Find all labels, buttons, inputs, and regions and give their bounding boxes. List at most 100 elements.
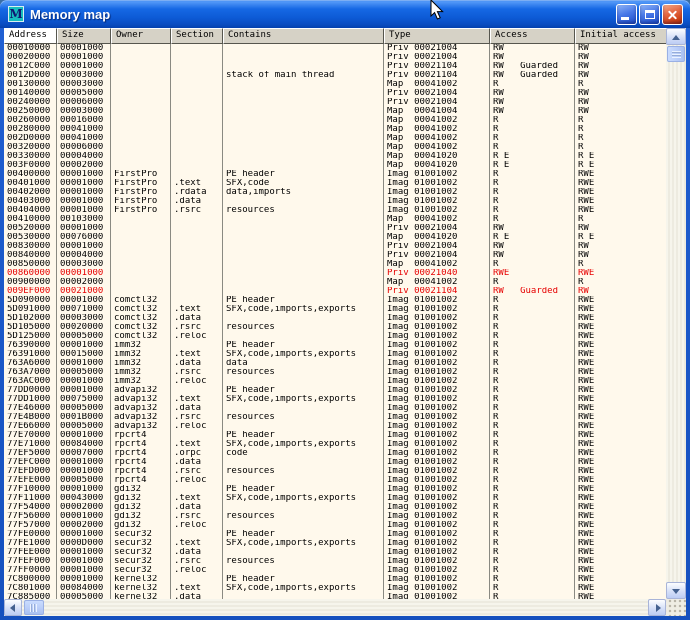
table-row[interactable]: 77FE10000000D000secur32.textSFX,code,imp… bbox=[4, 539, 666, 548]
table-row[interactable]: 0026000000016000Map 00041002RR bbox=[4, 116, 666, 125]
cell-contains bbox=[223, 503, 384, 512]
cell-section bbox=[171, 89, 223, 98]
table-row[interactable]: 0012D00000003000stack of main threadPriv… bbox=[4, 71, 666, 80]
cell-initial: R E bbox=[575, 161, 666, 170]
table-row[interactable]: 77E4B0000001B000advapi32.rsrcresourcesIm… bbox=[4, 413, 666, 422]
table-row[interactable]: 0086000000001000Priv 00021040RWERWE bbox=[4, 269, 666, 278]
column-header-access[interactable]: Access bbox=[490, 28, 575, 44]
table-row[interactable]: 77FEF00000001000secur32.rsrcresourcesIma… bbox=[4, 557, 666, 566]
table-row[interactable]: 5D10500000020000comctl32.rsrcresourcesIm… bbox=[4, 323, 666, 332]
table-row[interactable]: 77F5600000001000gdi32.rsrcresourcesImag … bbox=[4, 512, 666, 521]
table-row[interactable]: 77EFD00000001000rpcrt4.rsrcresourcesImag… bbox=[4, 467, 666, 476]
table-row[interactable]: 0085000000003000Map 00041002RR bbox=[4, 260, 666, 269]
table-row[interactable]: 7639100000015000imm32.textSFX,code,impor… bbox=[4, 350, 666, 359]
table-row[interactable]: 0090000000002000Map 00041002RR bbox=[4, 278, 666, 287]
table-row[interactable]: 5D09100000071000comctl32.textSFX,code,im… bbox=[4, 305, 666, 314]
column-header-initial[interactable]: Initial access bbox=[575, 28, 666, 44]
cell-size: 00006000 bbox=[57, 98, 111, 107]
table-row[interactable]: 0052000000001000Priv 00021004RWRW bbox=[4, 224, 666, 233]
table-row[interactable]: 763A700000005000imm32.rsrcresourcesImag … bbox=[4, 368, 666, 377]
table-row[interactable]: 77FEE00000001000secur32.dataImag 0100100… bbox=[4, 548, 666, 557]
resize-grip[interactable] bbox=[666, 599, 686, 616]
cell-type: Imag 01001002 bbox=[384, 314, 490, 323]
scroll-up-button[interactable] bbox=[666, 28, 686, 45]
table-row[interactable]: 0084000000004000Priv 00021004RWRW bbox=[4, 251, 666, 260]
cell-initial: RWE bbox=[575, 512, 666, 521]
horizontal-scroll-thumb[interactable] bbox=[24, 600, 44, 615]
table-row[interactable]: 0028000000041000Map 00041002RR bbox=[4, 125, 666, 134]
vertical-scrollbar[interactable] bbox=[666, 28, 686, 599]
table-row[interactable]: 77DD000000001000advapi32PE headerImag 01… bbox=[4, 386, 666, 395]
cell-size: 00015000 bbox=[57, 350, 111, 359]
table-row[interactable]: 7C80000000001000kernel32PE headerImag 01… bbox=[4, 575, 666, 584]
table-row[interactable]: 0032000000006000Map 00041002RR bbox=[4, 143, 666, 152]
table-row[interactable]: 0040400000001000FirstPro.rsrcresourcesIm… bbox=[4, 206, 666, 215]
close-button[interactable] bbox=[662, 4, 683, 25]
cell-owner: imm32 bbox=[111, 341, 171, 350]
titlebar[interactable]: M Memory map bbox=[0, 0, 690, 28]
column-header-address[interactable]: Address bbox=[4, 28, 57, 44]
column-header-contains[interactable]: Contains bbox=[223, 28, 384, 44]
table-row[interactable]: 0002000000001000Priv 00021004RWRW bbox=[4, 53, 666, 62]
table-row[interactable]: 0041000000103000Map 00041002RR bbox=[4, 215, 666, 224]
table-row[interactable]: 77F5700000002000gdi32.relocImag 01001002… bbox=[4, 521, 666, 530]
column-header-size[interactable]: Size bbox=[57, 28, 111, 44]
cell-size: 00007000 bbox=[57, 449, 111, 458]
table-row[interactable]: 763AC00000001000imm32.relocImag 01001002… bbox=[4, 377, 666, 386]
table-row[interactable]: 5D12500000005000comctl32.relocImag 01001… bbox=[4, 332, 666, 341]
cell-type: Imag 01001002 bbox=[384, 431, 490, 440]
scroll-right-button[interactable] bbox=[648, 599, 666, 616]
table-row[interactable]: 763A600000001000imm32.datadataImag 01001… bbox=[4, 359, 666, 368]
table-row[interactable]: 77F5400000002000gdi32.dataImag 01001002R… bbox=[4, 503, 666, 512]
arrow-down-icon bbox=[672, 589, 680, 594]
table-row[interactable]: 0024000000006000Priv 00021004RWRW bbox=[4, 98, 666, 107]
table-row[interactable]: 77DD100000075000advapi32.textSFX,code,im… bbox=[4, 395, 666, 404]
minimize-button[interactable] bbox=[616, 4, 637, 25]
horizontal-scrollbar[interactable] bbox=[4, 599, 666, 616]
maximize-button[interactable] bbox=[639, 4, 660, 25]
cell-type: Imag 01001002 bbox=[384, 197, 490, 206]
table-row[interactable]: 7C80100000084000kernel32.textSFX,code,im… bbox=[4, 584, 666, 593]
cell-access: R bbox=[490, 530, 575, 539]
table-row[interactable]: 0040000000001000FirstProPE headerImag 01… bbox=[4, 170, 666, 179]
column-header-section[interactable]: Section bbox=[171, 28, 223, 44]
table-row[interactable]: 5D10200000003000comctl32.dataImag 010010… bbox=[4, 314, 666, 323]
table-row[interactable]: 77E6600000005000advapi32.relocImag 01001… bbox=[4, 422, 666, 431]
table-row[interactable]: 77EFC00000001000rpcrt4.dataImag 01001002… bbox=[4, 458, 666, 467]
cell-address: 77EFD000 bbox=[4, 467, 57, 476]
scroll-left-button[interactable] bbox=[4, 599, 22, 616]
table-row[interactable]: 0040300000001000FirstPro.dataImag 010010… bbox=[4, 197, 666, 206]
table-row[interactable]: 7639000000001000imm32PE headerImag 01001… bbox=[4, 341, 666, 350]
table-row[interactable]: 77EFE00000005000rpcrt4.relocImag 0100100… bbox=[4, 476, 666, 485]
table-row[interactable]: 0040100000001000FirstPro.textSFX,codeIma… bbox=[4, 179, 666, 188]
table-row[interactable]: 0012C00000001000Priv 00021104RW GuardedR… bbox=[4, 62, 666, 71]
column-header-type[interactable]: Type bbox=[384, 28, 490, 44]
table-row[interactable]: 5D09000000001000comctl32PE headerImag 01… bbox=[4, 296, 666, 305]
table-row[interactable]: 0033000000004000Map 00041020R ER E bbox=[4, 152, 666, 161]
table-row[interactable]: 0040200000001000FirstPro.rdatadata,impor… bbox=[4, 188, 666, 197]
cell-owner: imm32 bbox=[111, 350, 171, 359]
table-row[interactable]: 77FE000000001000secur32PE headerImag 010… bbox=[4, 530, 666, 539]
table-row[interactable]: 77F1000000001000gdi32PE headerImag 01001… bbox=[4, 485, 666, 494]
cell-contains bbox=[223, 116, 384, 125]
table-row[interactable]: 002D000000041000Map 00041002RR bbox=[4, 134, 666, 143]
table-row[interactable]: 0013000000003000Map 00041002RR bbox=[4, 80, 666, 89]
table-row[interactable]: 0001000000001000Priv 00021004RWRW bbox=[4, 44, 666, 53]
table-row[interactable]: 0083000000001000Priv 00021004RWRW bbox=[4, 242, 666, 251]
cell-access: RW Guarded bbox=[490, 62, 575, 71]
table-row[interactable]: 009EF00000021000Priv 00021104RW GuardedR… bbox=[4, 287, 666, 296]
table-row[interactable]: 003F000000002000Map 00041020R ER E bbox=[4, 161, 666, 170]
table-row[interactable]: 0025000000003000Map 00041004RWRW bbox=[4, 107, 666, 116]
vertical-scroll-thumb[interactable] bbox=[667, 46, 685, 62]
table-row[interactable]: 77E4600000005000advapi32.dataImag 010010… bbox=[4, 404, 666, 413]
table-row[interactable]: 0014000000005000Priv 00021004RWRW bbox=[4, 89, 666, 98]
column-header-owner[interactable]: Owner bbox=[111, 28, 171, 44]
table-row[interactable]: 77FF000000001000secur32.relocImag 010010… bbox=[4, 566, 666, 575]
table-row[interactable]: 77EF500000007000rpcrt4.orpccodeImag 0100… bbox=[4, 449, 666, 458]
table-row[interactable]: 77E7100000084000rpcrt4.textSFX,code,impo… bbox=[4, 440, 666, 449]
scroll-down-button[interactable] bbox=[666, 582, 686, 599]
table-row[interactable]: 0053000000076000Map 00041020R ER E bbox=[4, 233, 666, 242]
table-row[interactable]: 77E7000000001000rpcrt4PE headerImag 0100… bbox=[4, 431, 666, 440]
cell-section bbox=[171, 341, 223, 350]
table-row[interactable]: 77F1100000043000gdi32.textSFX,code,impor… bbox=[4, 494, 666, 503]
